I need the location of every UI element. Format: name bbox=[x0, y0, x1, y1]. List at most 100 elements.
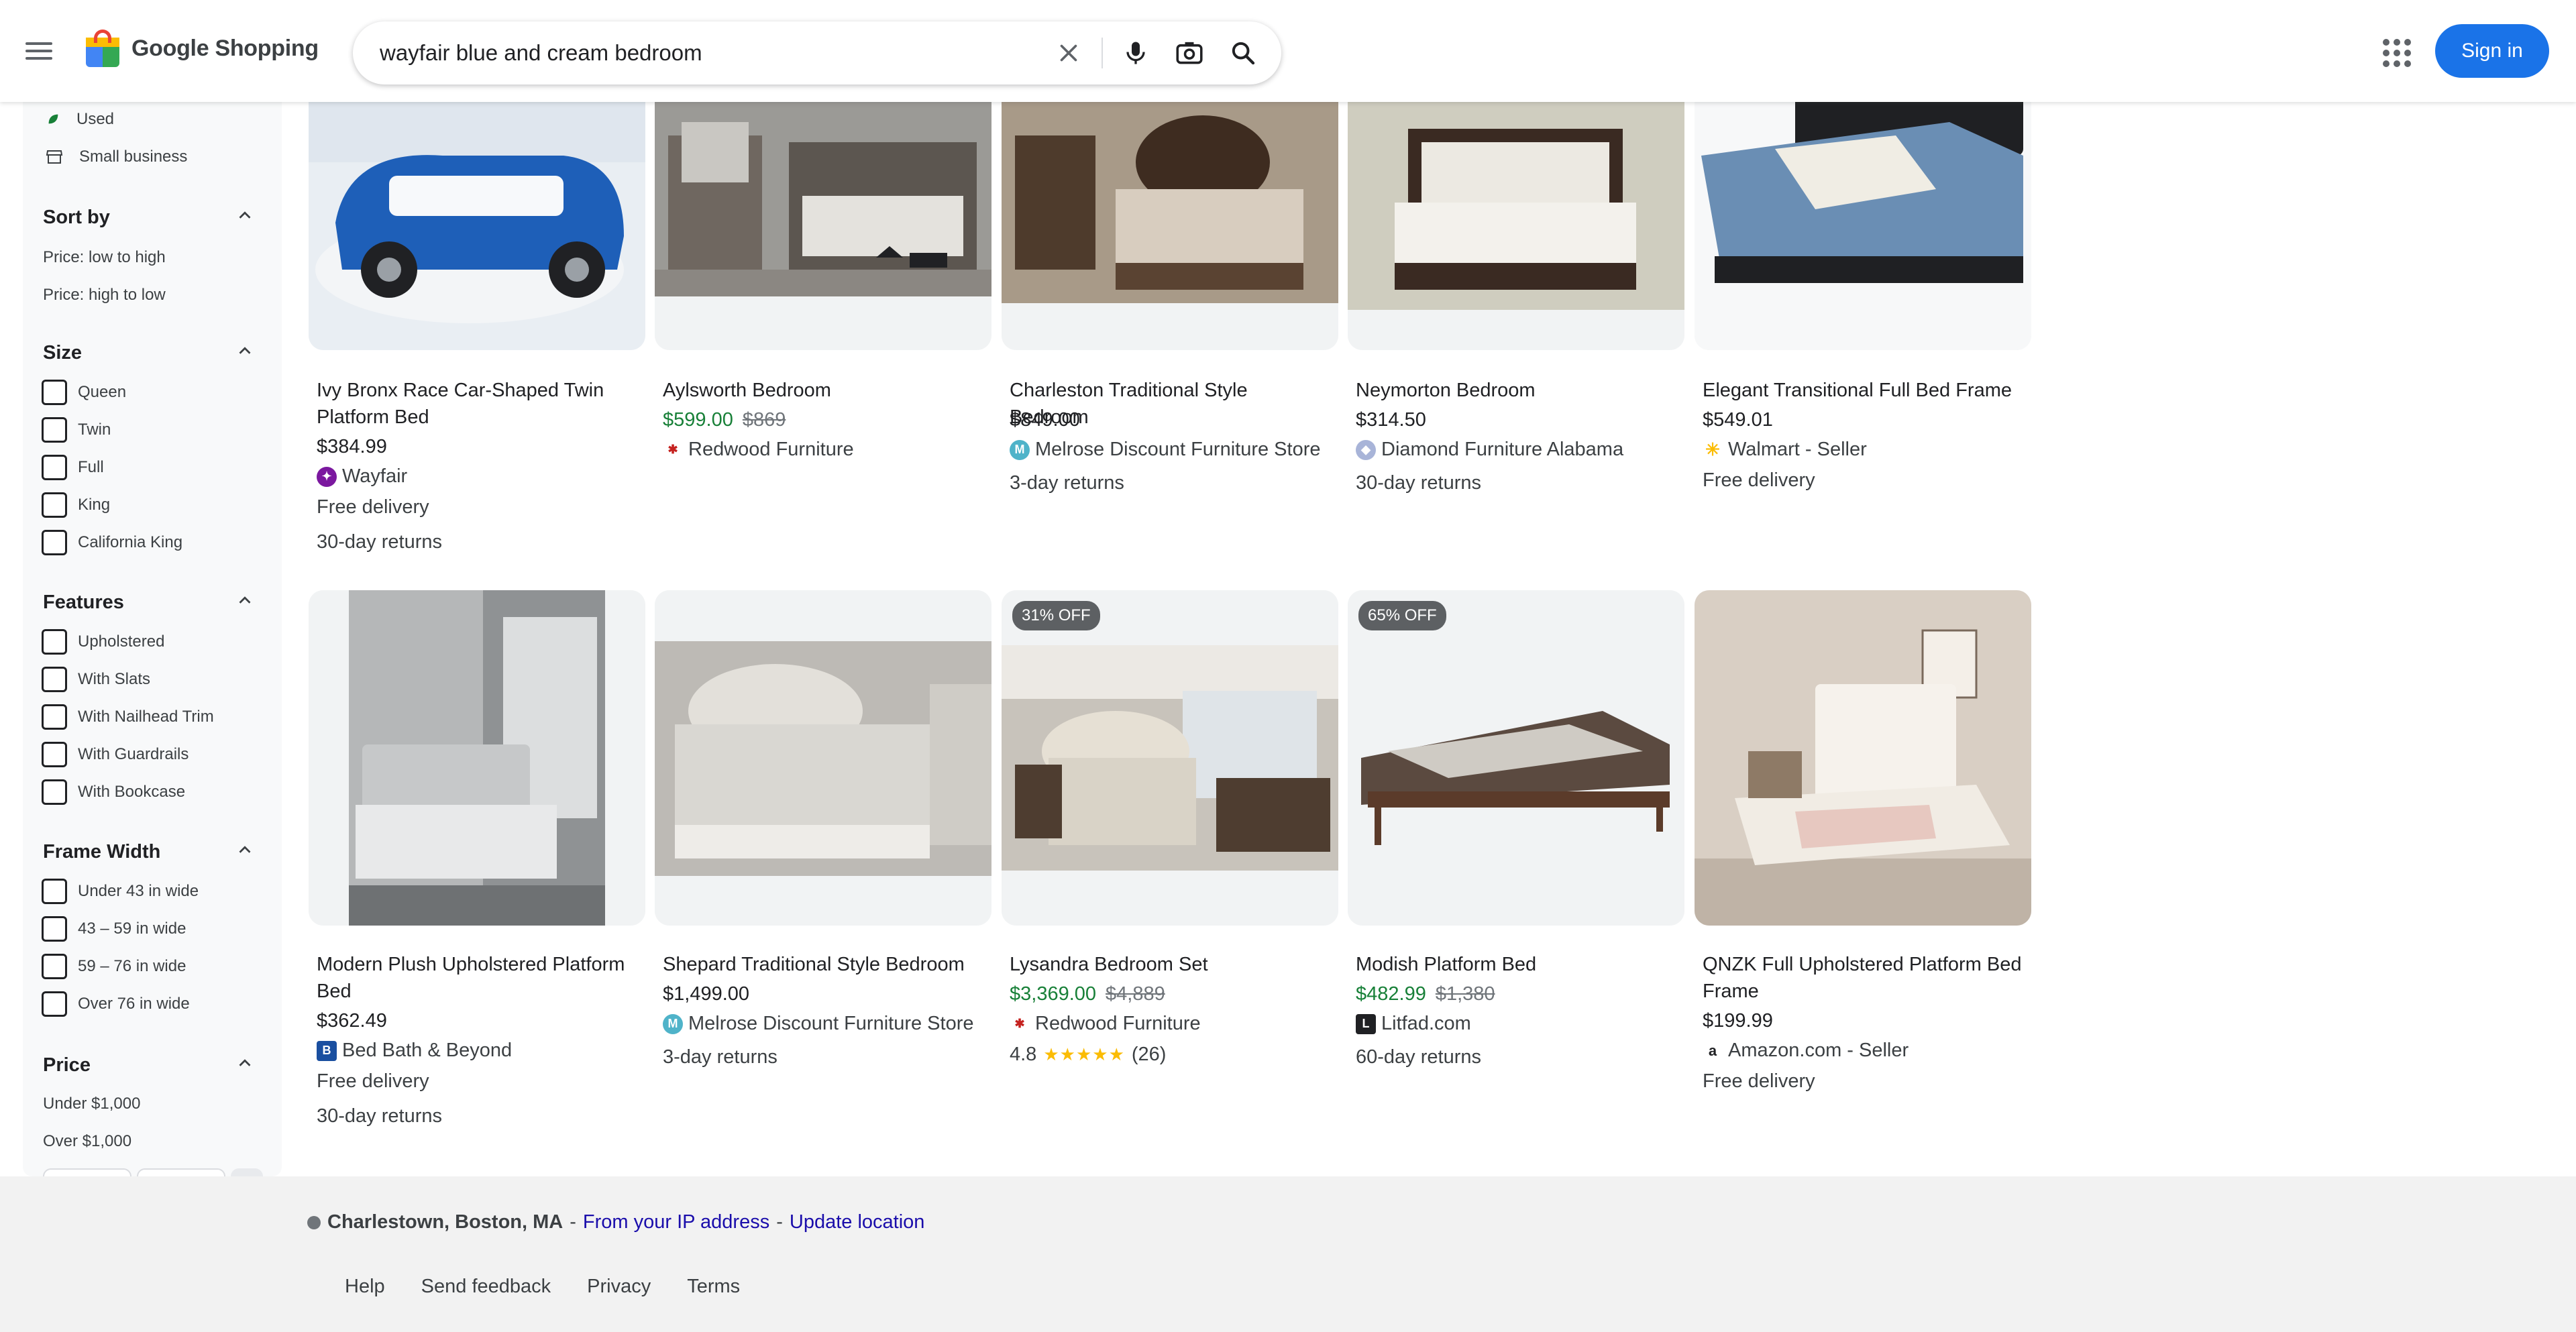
filter-used[interactable]: Used bbox=[46, 110, 114, 129]
store-name: Diamond Furniture Alabama bbox=[1381, 439, 1624, 460]
product-store[interactable]: a Amazon.com - Seller bbox=[1703, 1040, 1909, 1062]
product-title[interactable]: Aylsworth Bedroom bbox=[663, 377, 983, 404]
sort-by-heading: Sort by bbox=[43, 207, 110, 228]
frame-width-59-76[interactable]: 59 – 76 in wide bbox=[42, 954, 186, 979]
filter-small-business[interactable]: Small business bbox=[46, 148, 187, 166]
send-feedback-link[interactable]: Send feedback bbox=[421, 1276, 551, 1298]
product-store[interactable]: ✱ Redwood Furniture bbox=[1010, 1013, 1201, 1035]
checkbox[interactable] bbox=[42, 667, 67, 692]
product-store[interactable]: B Bed Bath & Beyond bbox=[317, 1040, 512, 1062]
search-input[interactable] bbox=[380, 38, 1051, 68]
product-store[interactable]: ✱ Redwood Furniture bbox=[663, 439, 854, 461]
help-link[interactable]: Help bbox=[345, 1276, 385, 1298]
apps-grid-icon[interactable] bbox=[2380, 36, 2411, 67]
product-store[interactable]: M Melrose Discount Furniture Store bbox=[663, 1013, 974, 1035]
product-store[interactable]: M Melrose Discount Furniture Store bbox=[1010, 439, 1321, 461]
litfad-logo-icon: L bbox=[1356, 1013, 1376, 1034]
star-rating-icon: ★★★★★ bbox=[1043, 1044, 1125, 1064]
feature-option-label: Upholstered bbox=[78, 632, 165, 651]
filter-small-business-label: Small business bbox=[79, 148, 188, 166]
sale-price: $599.00 bbox=[663, 409, 733, 431]
main-menu-button[interactable] bbox=[25, 38, 60, 67]
product-title[interactable]: Neymorton Bedroom bbox=[1356, 377, 1676, 404]
frame-width-heading: Frame Width bbox=[43, 841, 161, 863]
feature-option-upholstered[interactable]: Upholstered bbox=[42, 629, 164, 655]
storefront-icon bbox=[46, 150, 63, 164]
sign-in-button[interactable]: Sign in bbox=[2435, 24, 2549, 78]
checkbox[interactable] bbox=[42, 629, 67, 655]
feature-option-with-slats[interactable]: With Slats bbox=[42, 667, 150, 692]
price-under-1000[interactable]: Under $1,000 bbox=[43, 1095, 140, 1113]
frame-width-over-76[interactable]: Over 76 in wide bbox=[42, 991, 190, 1017]
size-option-label: Full bbox=[78, 458, 104, 476]
product-image[interactable]: 65% OFF bbox=[1348, 590, 1684, 926]
location-line: Charlestown, Boston, MA - From your IP a… bbox=[307, 1211, 924, 1233]
feature-option-guardrails[interactable]: With Guardrails bbox=[42, 742, 189, 767]
product-image[interactable]: 31% OFF bbox=[1002, 590, 1338, 926]
chevron-up-icon[interactable] bbox=[235, 341, 255, 361]
product-image[interactable] bbox=[1695, 590, 2031, 926]
checkbox[interactable] bbox=[42, 492, 67, 518]
clear-search-icon[interactable] bbox=[1052, 36, 1085, 70]
sort-price-low-high[interactable]: Price: low to high bbox=[43, 248, 166, 267]
size-option-king[interactable]: King bbox=[42, 492, 110, 518]
sale-price: $3,369.00 bbox=[1010, 983, 1097, 1005]
product-image[interactable] bbox=[309, 590, 645, 926]
product-store[interactable]: ✳ Walmart - Seller bbox=[1703, 439, 1867, 461]
checkbox[interactable] bbox=[42, 704, 67, 730]
feature-option-nailhead-trim[interactable]: With Nailhead Trim bbox=[42, 704, 214, 730]
product-title[interactable]: Modish Platform Bed bbox=[1356, 951, 1676, 978]
checkbox[interactable] bbox=[42, 455, 67, 480]
product-title[interactable]: Elegant Transitional Full Bed Frame bbox=[1703, 377, 2023, 404]
ip-address-link[interactable]: From your IP address bbox=[583, 1211, 769, 1233]
sort-price-high-low[interactable]: Price: high to low bbox=[43, 286, 166, 304]
search-icon[interactable] bbox=[1226, 36, 1260, 70]
product-title[interactable]: Lysandra Bedroom Set bbox=[1010, 951, 1330, 978]
store-name: Melrose Discount Furniture Store bbox=[688, 1013, 974, 1034]
store-name: Walmart - Seller bbox=[1728, 439, 1867, 460]
google-shopping-logo[interactable]: Google Shopping bbox=[86, 30, 319, 67]
product-title[interactable]: QNZK Full Upholstered Platform Bed Frame bbox=[1703, 951, 2023, 1005]
checkbox[interactable] bbox=[42, 954, 67, 979]
feature-option-bookcase[interactable]: With Bookcase bbox=[42, 779, 185, 805]
bed-bath-beyond-logo-icon: B bbox=[317, 1040, 337, 1061]
chevron-up-icon[interactable] bbox=[235, 590, 255, 610]
microphone-icon[interactable] bbox=[1119, 36, 1152, 70]
checkbox[interactable] bbox=[42, 417, 67, 443]
update-location-link[interactable]: Update location bbox=[790, 1211, 925, 1233]
product-title[interactable]: Modern Plush Upholstered Platform Bed bbox=[317, 951, 637, 1005]
chevron-up-icon[interactable] bbox=[235, 205, 255, 225]
frame-width-under-43[interactable]: Under 43 in wide bbox=[42, 879, 199, 904]
checkbox[interactable] bbox=[42, 530, 67, 555]
leaf-icon bbox=[48, 114, 58, 124]
store-name: Bed Bath & Beyond bbox=[342, 1040, 513, 1061]
chevron-up-icon[interactable] bbox=[235, 1053, 255, 1073]
checkbox[interactable] bbox=[42, 779, 67, 805]
size-option-california-king[interactable]: California King bbox=[42, 530, 182, 555]
price-over-1000[interactable]: Over $1,000 bbox=[43, 1132, 131, 1151]
frame-width-43-59[interactable]: 43 – 59 in wide bbox=[42, 916, 186, 942]
product-store[interactable]: ✦ Wayfair bbox=[317, 465, 407, 488]
product-store[interactable]: L Litfad.com bbox=[1356, 1013, 1471, 1035]
product-title[interactable]: Shepard Traditional Style Bedroom bbox=[663, 951, 983, 978]
terms-link[interactable]: Terms bbox=[687, 1276, 740, 1298]
filter-sidebar: Used Small business Sort by Price: low t… bbox=[23, 87, 282, 1183]
checkbox[interactable] bbox=[42, 879, 67, 904]
size-option-queen[interactable]: Queen bbox=[42, 380, 126, 405]
product-title[interactable]: Ivy Bronx Race Car-Shaped Twin Platform … bbox=[317, 377, 637, 431]
camera-search-icon[interactable] bbox=[1173, 36, 1206, 70]
price-value: $384.99 bbox=[317, 436, 387, 457]
chevron-up-icon[interactable] bbox=[235, 840, 255, 860]
checkbox[interactable] bbox=[42, 916, 67, 942]
product-store[interactable]: ◆ Diamond Furniture Alabama bbox=[1356, 439, 1623, 461]
checkbox[interactable] bbox=[42, 380, 67, 405]
privacy-link[interactable]: Privacy bbox=[587, 1276, 651, 1298]
checkbox[interactable] bbox=[42, 742, 67, 767]
product-rating[interactable]: 4.8 ★★★★★ (26) bbox=[1010, 1044, 1166, 1066]
product-price: $362.49 bbox=[317, 1010, 387, 1032]
size-option-twin[interactable]: Twin bbox=[42, 417, 111, 443]
product-image[interactable] bbox=[655, 590, 991, 926]
checkbox[interactable] bbox=[42, 991, 67, 1017]
size-option-full[interactable]: Full bbox=[42, 455, 104, 480]
product-price: $384.99 bbox=[317, 436, 387, 458]
